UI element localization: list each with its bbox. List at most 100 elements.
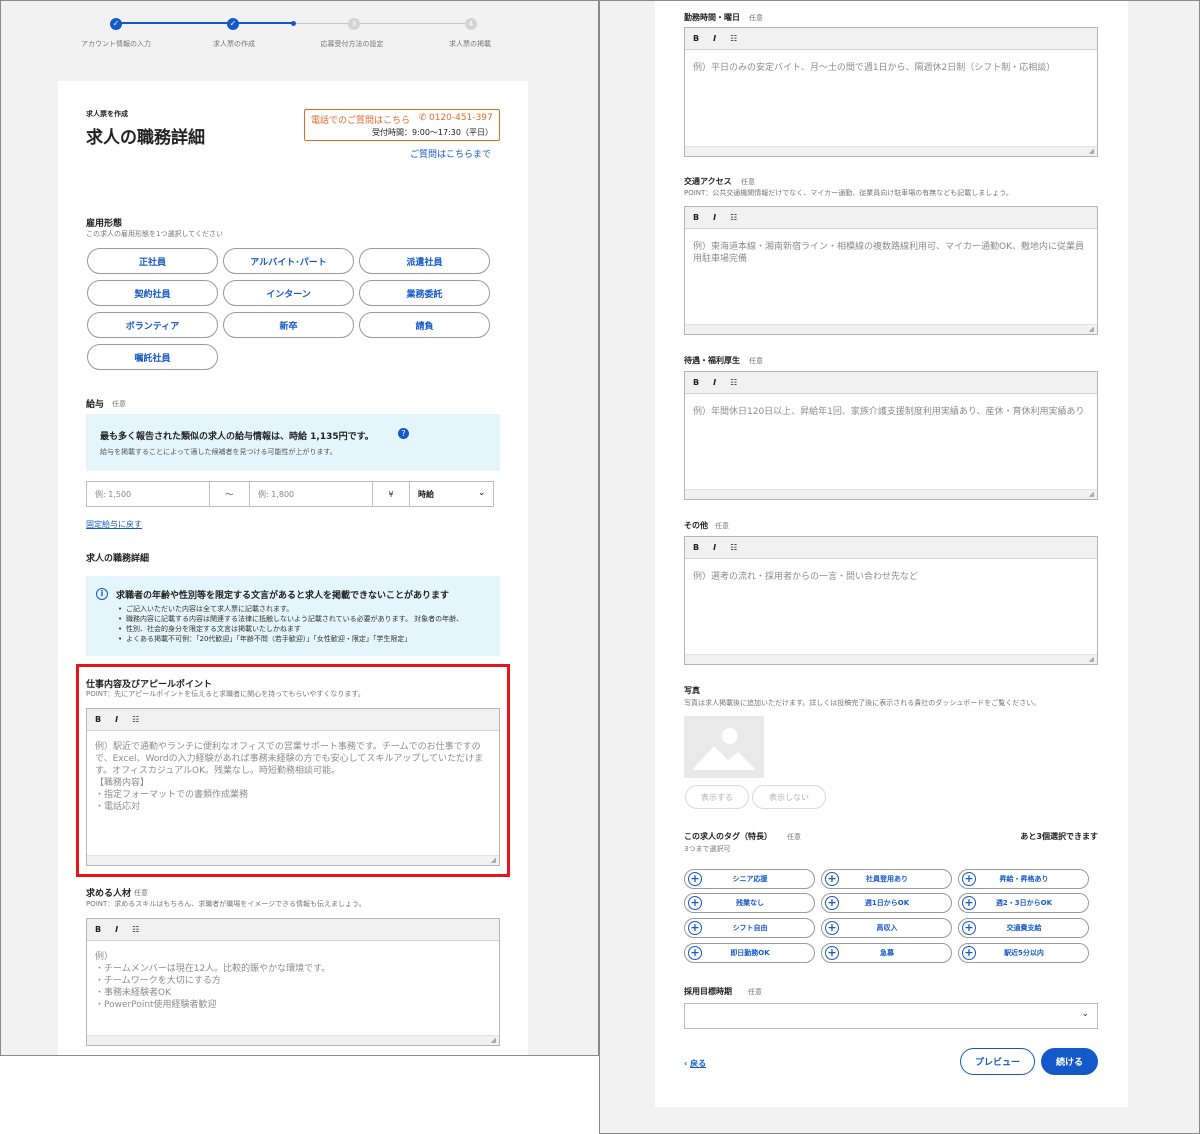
chevron-down-icon: ⌄ <box>1081 1009 1089 1019</box>
target-select[interactable]: ⌄ <box>684 1003 1098 1029</box>
step-label: 求人票の掲載 <box>449 40 491 48</box>
employment-hint: この求人の雇用形態を1つ選択してください <box>86 230 224 238</box>
italic-button[interactable]: I <box>115 925 118 934</box>
employment-option[interactable]: アルバイト･パート <box>223 248 354 274</box>
hours-textarea[interactable]: 例）平日のみの安定バイト、月〜土の間で週1日から、隔週休2日制（シフト制・応相談… <box>685 50 1097 80</box>
access-textarea[interactable]: 例）東海道本線・湘南新宿ライン・相模線の複数路線利用可、マイカー通勤OK、敷地内… <box>685 229 1097 271</box>
optional-tag: 任意 <box>749 357 763 365</box>
resize-handle-icon[interactable]: ◢ <box>1089 490 1094 498</box>
employment-option[interactable]: 請負 <box>359 312 490 338</box>
currency-unit: ¥ <box>372 481 410 507</box>
employment-option[interactable]: 契約社員 <box>87 280 218 306</box>
tag-option[interactable]: + 週2・3日からOK <box>958 893 1089 913</box>
bold-button[interactable]: B <box>693 34 699 43</box>
employment-label: 雇用形態 <box>86 219 123 229</box>
salary-info-sub: 給与を掲載することによって適した候補者を見つける可能性が上がります。 <box>100 448 337 456</box>
employment-option[interactable]: 派遣社員 <box>359 248 490 274</box>
step-done-icon: ✓ <box>110 18 122 30</box>
bold-button[interactable]: B <box>693 543 699 552</box>
tag-option[interactable]: + 残業なし <box>684 893 815 913</box>
form-card-continued: 勤務時間・曜日 任意 B I ☷ 例）平日のみの安定バイト、月〜土の間で週1日か… <box>655 1 1128 1107</box>
tags-label: この求人のタグ（特長） <box>684 832 772 841</box>
bold-button[interactable]: B <box>693 378 699 387</box>
resize-handle-icon[interactable]: ◢ <box>1089 147 1094 155</box>
italic-button[interactable]: I <box>713 213 716 222</box>
salary-period-select[interactable]: 時給 ⌄ <box>409 481 494 507</box>
requirements-hint: POINT：求めるスキルはもちろん、求職者が職場をイメージできる情報も伝えましょ… <box>86 900 366 908</box>
step-label: アカウント情報の入力 <box>81 40 151 48</box>
list-icon[interactable]: ☷ <box>132 925 139 934</box>
plus-icon: + <box>962 872 976 886</box>
warning-item: 性別、社会的身分を限定する文言は掲載いたしかねます <box>116 624 496 634</box>
editor-toolbar: B I ☷ <box>685 537 1097 559</box>
hours-editor[interactable]: B I ☷ 例）平日のみの安定バイト、月〜土の間で週1日から、隔週休2日制（シフ… <box>684 27 1098 157</box>
show-photo-button[interactable]: 表示する <box>685 785 749 809</box>
employment-option[interactable]: インターン <box>223 280 354 306</box>
employment-option[interactable]: 正社員 <box>87 248 218 274</box>
bold-button[interactable]: B <box>95 925 101 934</box>
requirements-editor[interactable]: B I ☷ 例） ・チームメンバーは現在12人。比較的賑やかな環境です。 ・チー… <box>86 918 500 1046</box>
tag-option[interactable]: + シフト自由 <box>684 918 815 938</box>
salary-max-input[interactable]: 例: 1,800 <box>249 481 373 507</box>
other-editor[interactable]: B I ☷ 例）選考の流れ・採用者からの一言・問い合わせ先など ◢ <box>684 536 1098 665</box>
warning-item: よくある掲載不可例：「20代歓迎」「年齢不問（若手歓迎）」「女性歓迎・限定」「学… <box>116 634 496 644</box>
tag-option[interactable]: + 急募 <box>821 943 952 963</box>
photo-label: 写真 <box>684 686 700 695</box>
back-link[interactable]: ‹ 戻る <box>684 1058 706 1069</box>
tag-option[interactable]: + 社員登用あり <box>821 869 952 889</box>
phone-icon: ✆ <box>419 113 427 123</box>
tag-option[interactable]: + 週1日からOK <box>821 893 952 913</box>
resize-handle-icon[interactable]: ◢ <box>1089 655 1094 663</box>
warning-item: ご記入いただいた内容は全て求人票に記載されます。 <box>116 604 496 614</box>
italic-button[interactable]: I <box>713 34 716 43</box>
phone-number[interactable]: 0120-451-397 <box>429 113 493 123</box>
benefits-textarea[interactable]: 例）年間休日120日以上、昇給年1回、家族介護支援制度利用実績あり、産休・育休利… <box>685 394 1097 424</box>
list-icon[interactable]: ☷ <box>730 34 737 43</box>
list-icon[interactable]: ☷ <box>730 378 737 387</box>
tag-option[interactable]: + 即日勤務OK <box>684 943 815 963</box>
requirements-label: 求める人材 <box>86 889 132 899</box>
tag-option[interactable]: + 昇給・昇格あり <box>958 869 1089 889</box>
help-icon[interactable]: ? <box>398 428 409 439</box>
left-screenshot: ✓ ✓ 3 4 アカウント情報の入力 求人票の作成 応募受付方法の設定 求人票の… <box>0 0 599 1056</box>
list-icon[interactable]: ☷ <box>730 543 737 552</box>
employment-option[interactable]: ボランティア <box>87 312 218 338</box>
plus-icon: + <box>825 946 839 960</box>
access-label: 交通アクセス <box>684 177 732 186</box>
tag-option[interactable]: + 交通費支給 <box>958 918 1089 938</box>
optional-tag: 任意 <box>749 14 763 22</box>
continue-button[interactable]: 続ける <box>1041 1048 1098 1075</box>
italic-button[interactable]: I <box>713 378 716 387</box>
plus-icon: + <box>962 896 976 910</box>
page-title: 求人の職務詳細 <box>86 128 205 148</box>
tag-label: シフト自由 <box>732 924 768 932</box>
salary-min-input[interactable]: 例: 1,500 <box>86 481 210 507</box>
editor-footer: ◢ <box>685 654 1097 664</box>
warning-title: 求職者の年齢や性別等を限定する文言があると求人を掲載できないことがあります <box>116 591 450 601</box>
other-textarea[interactable]: 例）選考の流れ・採用者からの一言・問い合わせ先など <box>685 559 1097 589</box>
hide-photo-button[interactable]: 表示しない <box>752 785 826 809</box>
highlight-frame <box>76 664 510 877</box>
bold-button[interactable]: B <box>693 213 699 222</box>
employment-option[interactable]: 嘱託社員 <box>87 344 218 370</box>
step-number-3: 3 <box>348 18 360 30</box>
editor-toolbar: B I ☷ <box>685 207 1097 229</box>
benefits-editor[interactable]: B I ☷ 例）年間休日120日以上、昇給年1回、家族介護支援制度利用実績あり、… <box>684 371 1098 500</box>
tag-label: 駅近5分以内 <box>1004 949 1044 957</box>
question-link[interactable]: ご質問はこちらまで <box>410 147 491 160</box>
employment-option[interactable]: 新卒 <box>223 312 354 338</box>
tag-option[interactable]: + シニア応援 <box>684 869 815 889</box>
resize-handle-icon[interactable]: ◢ <box>1089 325 1094 333</box>
italic-button[interactable]: I <box>713 543 716 552</box>
fixed-salary-link[interactable]: 固定給与に戻す <box>86 519 142 530</box>
tag-option[interactable]: + 駅近5分以内 <box>958 943 1089 963</box>
editor-toolbar: B I ☷ <box>87 919 499 941</box>
employment-option[interactable]: 業務委託 <box>359 280 490 306</box>
tag-option[interactable]: + 高収入 <box>821 918 952 938</box>
access-editor[interactable]: B I ☷ 例）東海道本線・湘南新宿ライン・相模線の複数路線利用可、マイカー通勤… <box>684 206 1098 335</box>
preview-button[interactable]: プレビュー <box>960 1048 1035 1075</box>
requirements-textarea[interactable]: 例） ・チームメンバーは現在12人。比較的賑やかな環境です。 ・チームワークを大… <box>87 941 499 1017</box>
benefits-label: 待遇・福利厚生 <box>684 356 740 365</box>
resize-handle-icon[interactable]: ◢ <box>491 1036 496 1044</box>
list-icon[interactable]: ☷ <box>730 213 737 222</box>
